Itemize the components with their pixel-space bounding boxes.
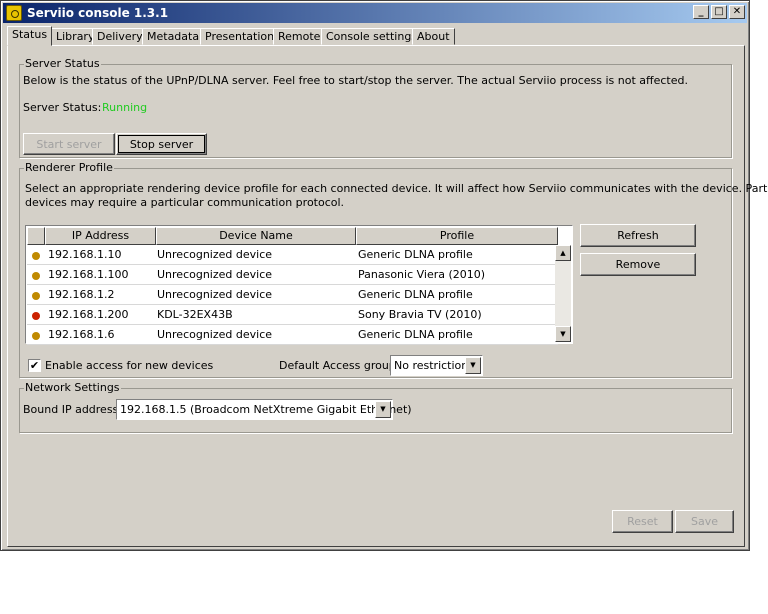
network-settings-group: Network Settings Bound IP address: 192.1…: [19, 381, 732, 433]
profile-cell[interactable]: Generic DLNA profile: [358, 248, 554, 261]
tab-metadata[interactable]: Metadata: [142, 28, 205, 45]
maximize-button[interactable]: □: [711, 5, 727, 19]
renderer-profile-group-title: Renderer Profile: [24, 161, 114, 174]
renderer-profile-group: Renderer Profile Select an appropriate r…: [19, 161, 768, 378]
title-bar[interactable]: Serviio console 1.3.1 _ □ ✕: [3, 3, 747, 23]
table-row[interactable]: 192.168.1.10 Unrecognized device Generic…: [27, 245, 558, 265]
table-vertical-scrollbar[interactable]: ▲ ▼: [555, 245, 571, 342]
serviio-app-icon: [6, 5, 22, 21]
tab-remote[interactable]: Remote: [273, 28, 326, 45]
profile-cell[interactable]: Sony Bravia TV (2010): [358, 308, 554, 321]
enable-access-checkbox[interactable]: ✔: [28, 359, 41, 372]
device-cell: Unrecognized device: [157, 328, 273, 341]
ip-cell: 192.168.1.200: [48, 308, 129, 321]
device-status-icon: [32, 312, 40, 320]
chevron-down-icon[interactable]: ▼: [375, 401, 391, 418]
profile-cell[interactable]: Generic DLNA profile: [358, 328, 554, 341]
profile-cell[interactable]: Panasonic Viera (2010): [358, 268, 554, 281]
ip-cell: 192.168.1.2: [48, 288, 115, 301]
bound-ip-label: Bound IP address:: [23, 403, 122, 416]
profile-cell[interactable]: Generic DLNA profile: [358, 288, 554, 301]
start-server-button[interactable]: Start server: [23, 133, 115, 155]
server-status-value: Running: [102, 101, 148, 114]
device-status-icon: [32, 272, 40, 280]
device-cell: Unrecognized device: [157, 268, 273, 281]
device-cell: Unrecognized device: [157, 288, 273, 301]
table-row[interactable]: 192.168.1.6 Unrecognized device Generic …: [27, 325, 558, 345]
chevron-down-icon[interactable]: ▼: [465, 357, 481, 374]
device-cell: Unrecognized device: [157, 248, 273, 261]
tab-delivery[interactable]: Delivery: [92, 28, 148, 45]
bound-ip-select[interactable]: 192.168.1.5 (Broadcom NetXtreme Gigabit …: [116, 399, 412, 420]
default-access-group-select[interactable]: No restriction ▼: [390, 355, 483, 376]
window-title: Serviio console 1.3.1: [27, 6, 169, 20]
device-status-icon: [32, 252, 40, 260]
device-cell: KDL-32EX43B: [157, 308, 233, 321]
bound-ip-value: 192.168.1.5 (Broadcom NetXtreme Gigabit …: [120, 403, 412, 416]
renderer-profile-description-line2: devices may require a particular communi…: [25, 196, 345, 209]
device-status-icon: [32, 292, 40, 300]
server-status-group: Server Status Below is the status of the…: [19, 57, 732, 158]
renderer-table: IP Address Device Name Profile 192.168.1…: [25, 225, 573, 345]
ip-cell: 192.168.1.10: [48, 248, 122, 261]
device-status-icon: [32, 332, 40, 340]
renderer-table-header: IP Address Device Name Profile: [27, 227, 558, 245]
column-header-ip-address[interactable]: IP Address: [45, 227, 156, 245]
close-button[interactable]: ✕: [729, 5, 745, 19]
minimize-button[interactable]: _: [693, 5, 709, 19]
table-row[interactable]: 192.168.1.200 KDL-32EX43B Sony Bravia TV…: [27, 305, 558, 325]
server-status-label: Server Status:: [23, 101, 102, 114]
column-header-profile[interactable]: Profile: [356, 227, 558, 245]
tab-status[interactable]: Status: [7, 26, 53, 46]
tab-about[interactable]: About: [412, 28, 455, 45]
tab-presentation[interactable]: Presentation: [200, 28, 280, 45]
scroll-up-arrow-icon[interactable]: ▲: [555, 245, 571, 261]
status-tab-panel: Server Status Below is the status of the…: [7, 45, 768, 547]
save-button[interactable]: Save: [675, 510, 734, 533]
ip-cell: 192.168.1.100: [48, 268, 129, 281]
server-status-description: Below is the status of the UPnP/DLNA ser…: [23, 74, 688, 87]
app-window: Serviio console 1.3.1 _ □ ✕ Status Libra…: [0, 0, 768, 551]
server-status-group-title: Server Status: [24, 57, 101, 70]
column-header-device-name[interactable]: Device Name: [156, 227, 356, 245]
default-access-group-value: No restriction: [394, 359, 469, 372]
default-access-group-label: Default Access group:: [279, 359, 400, 372]
table-row[interactable]: 192.168.1.100 Unrecognized device Panaso…: [27, 265, 558, 285]
table-row[interactable]: 192.168.1.2 Unrecognized device Generic …: [27, 285, 558, 305]
ip-cell: 192.168.1.6: [48, 328, 115, 341]
reset-button[interactable]: Reset: [612, 510, 673, 533]
refresh-button[interactable]: Refresh: [580, 224, 696, 247]
tab-console-settings[interactable]: Console settings: [321, 28, 423, 45]
enable-access-label: Enable access for new devices: [45, 359, 214, 372]
network-settings-group-title: Network Settings: [24, 381, 121, 394]
column-header-status[interactable]: [27, 227, 45, 245]
scroll-down-arrow-icon[interactable]: ▼: [555, 326, 571, 342]
renderer-profile-description-line1: Select an appropriate rendering device p…: [25, 182, 768, 195]
remove-button[interactable]: Remove: [580, 253, 696, 276]
stop-server-button[interactable]: Stop server: [116, 133, 207, 155]
